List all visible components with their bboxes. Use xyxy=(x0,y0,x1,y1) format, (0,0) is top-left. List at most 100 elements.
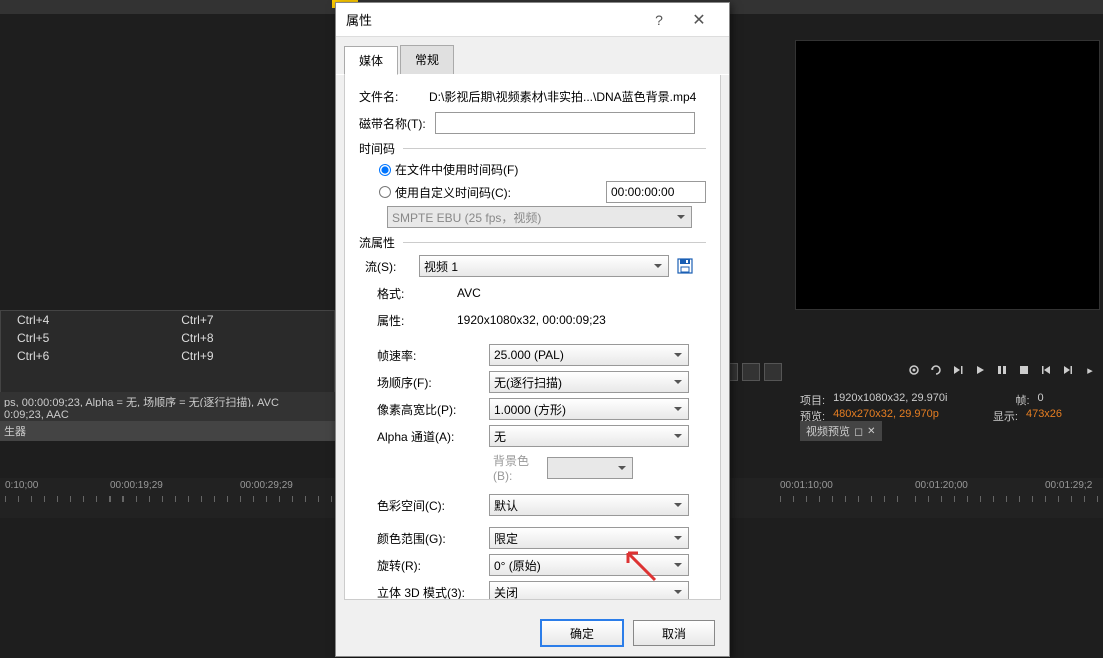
close-icon[interactable]: ✕ xyxy=(867,426,875,437)
tape-label: 磁带名称(T): xyxy=(359,115,435,132)
close-button[interactable]: ✕ xyxy=(679,10,719,30)
tool-button-2[interactable] xyxy=(742,363,760,381)
dialog-titlebar[interactable]: 属性 ? ✕ xyxy=(336,3,729,37)
timecode-custom-radio-row[interactable]: 使用自定义时间码(C): xyxy=(379,181,706,203)
par-label: 像素高宽比(P): xyxy=(359,401,489,418)
rotation-dropdown[interactable]: 0° (原始) xyxy=(489,554,689,576)
timeline-mark: 00:01:20;00 xyxy=(915,480,968,491)
colorspace-value: 默认 xyxy=(494,497,518,514)
play-start-icon[interactable] xyxy=(949,361,967,379)
timeline-mark: 00:01:29;2 xyxy=(1045,480,1092,491)
prev-icon[interactable] xyxy=(1037,361,1055,379)
par-value: 1.0000 (方形) xyxy=(494,401,566,418)
colorrange-label: 颜色范围(G): xyxy=(359,530,489,547)
colorrange-value: 限定 xyxy=(494,530,518,547)
transport-controls: ▸ xyxy=(905,361,1099,379)
project-label: 项目: xyxy=(800,392,825,408)
tool-button-3[interactable] xyxy=(764,363,782,381)
stereo-value: 关闭 xyxy=(494,584,518,601)
status-line-3: 生器 xyxy=(0,421,335,441)
cancel-button[interactable]: 取消 xyxy=(633,620,715,646)
next-icon[interactable] xyxy=(1059,361,1077,379)
stream-label: 流(S): xyxy=(359,258,419,275)
save-icon[interactable] xyxy=(675,256,695,276)
par-dropdown[interactable]: 1.0000 (方形) xyxy=(489,398,689,420)
ok-button[interactable]: 确定 xyxy=(541,620,623,646)
timecode-header: 时间码 xyxy=(359,140,706,157)
attr-label: 属性: xyxy=(359,312,457,329)
timecode-file-radio-row[interactable]: 在文件中使用时间码(F) xyxy=(379,161,706,178)
format-value: AVC xyxy=(457,286,706,300)
colorspace-label: 色彩空间(C): xyxy=(359,497,489,514)
stop-icon[interactable] xyxy=(1015,361,1033,379)
shortcut-cell: Ctrl+9 xyxy=(181,349,318,363)
stream-dropdown[interactable]: 视频 1 xyxy=(419,255,669,277)
timeline-mark: 00:00:19;29 xyxy=(110,480,163,491)
timeline-mark: 0:10;00 xyxy=(5,480,38,491)
format-label: 格式: xyxy=(359,285,457,302)
dialog-body: 文件名: D:\影视后期\视频素材\非实拍...\DNA蓝色背景.mp4 磁带名… xyxy=(344,75,721,600)
framerate-value: 25.000 (PAL) xyxy=(494,348,564,362)
shortcut-cell: Ctrl+4 xyxy=(17,313,181,327)
alpha-dropdown[interactable]: 无 xyxy=(489,425,689,447)
bgcolor-swatch xyxy=(547,457,633,479)
play-icon[interactable] xyxy=(971,361,989,379)
timecode-file-radio[interactable] xyxy=(379,164,391,176)
timeline-mark: 00:01:10;00 xyxy=(780,480,833,491)
record-icon[interactable] xyxy=(905,361,923,379)
pause-icon[interactable] xyxy=(993,361,1011,379)
tab-general[interactable]: 常规 xyxy=(400,45,454,74)
help-button[interactable]: ? xyxy=(639,12,679,28)
preview-tag-label: 视频预览 xyxy=(806,423,850,439)
timecode-format-dropdown[interactable]: SMPTE EBU (25 fps，视频) xyxy=(387,206,692,228)
frame-label: 帧: xyxy=(1015,392,1029,408)
shortcut-cell: Ctrl+5 xyxy=(17,331,181,345)
timecode-custom-radio[interactable] xyxy=(379,186,391,198)
display-value: 473x26 xyxy=(1026,408,1062,424)
shortcut-cell: Ctrl+6 xyxy=(17,349,181,363)
filename-value: D:\影视后期\视频素材\非实拍...\DNA蓝色背景.mp4 xyxy=(429,88,706,105)
tab-bar: 媒体 常规 xyxy=(336,37,729,75)
colorrange-dropdown[interactable]: 限定 xyxy=(489,527,689,549)
alpha-value: 无 xyxy=(494,428,506,445)
timecode-file-label: 在文件中使用时间码(F) xyxy=(395,161,518,178)
stream-header-text: 流属性 xyxy=(359,234,395,251)
stream-header: 流属性 xyxy=(359,234,706,251)
shortcut-row: Ctrl+6 Ctrl+9 xyxy=(1,347,334,365)
timecode-custom-label: 使用自定义时间码(C): xyxy=(395,184,511,201)
dialog-footer: 确定 取消 xyxy=(541,620,715,646)
timecode-custom-input[interactable] xyxy=(606,181,706,203)
display-label: 显示: xyxy=(993,408,1018,424)
info-panel: 项目: 1920x1080x32, 29.970i 帧: 0 预览: 480x2… xyxy=(800,392,1062,424)
tab-media[interactable]: 媒体 xyxy=(344,46,398,75)
filename-label: 文件名: xyxy=(359,88,429,105)
framerate-dropdown[interactable]: 25.000 (PAL) xyxy=(489,344,689,366)
pin-icon[interactable]: ◻ xyxy=(854,425,863,438)
loop-icon[interactable] xyxy=(927,361,945,379)
project-value: 1920x1080x32, 29.970i xyxy=(833,392,947,408)
shortcut-cell: Ctrl+7 xyxy=(181,313,318,327)
properties-dialog: 属性 ? ✕ 媒体 常规 文件名: D:\影视后期\视频素材\非实拍...\DN… xyxy=(335,2,730,657)
framerate-label: 帧速率: xyxy=(359,347,489,364)
timecode-format-value: SMPTE EBU (25 fps，视频) xyxy=(392,209,541,226)
attr-value: 1920x1080x32, 00:00:09;23 xyxy=(457,313,706,327)
colorspace-dropdown[interactable]: 默认 xyxy=(489,494,689,516)
end-icon[interactable]: ▸ xyxy=(1081,361,1099,379)
fieldorder-dropdown[interactable]: 无(逐行扫描) xyxy=(489,371,689,393)
stream-value: 视频 1 xyxy=(424,258,458,275)
timeline-mark: 00:00:29;29 xyxy=(240,480,293,491)
bgcolor-label: 背景色(B): xyxy=(359,452,547,483)
tape-input[interactable] xyxy=(435,112,695,134)
alpha-label: Alpha 通道(A): xyxy=(359,428,489,445)
fieldorder-label: 场顺序(F): xyxy=(359,374,489,391)
timecode-header-text: 时间码 xyxy=(359,140,395,157)
fieldorder-value: 无(逐行扫描) xyxy=(494,374,562,391)
frame-value: 0 xyxy=(1038,392,1044,408)
rotation-value: 0° (原始) xyxy=(494,557,541,574)
shortcut-row: Ctrl+5 Ctrl+8 xyxy=(1,329,334,347)
stereo-dropdown[interactable]: 关闭 xyxy=(489,581,689,600)
shortcut-cell: Ctrl+8 xyxy=(181,331,318,345)
stereo-label: 立体 3D 模式(3): xyxy=(359,584,489,601)
dialog-title: 属性 xyxy=(346,10,639,29)
preview-tag: 视频预览 ◻ ✕ xyxy=(800,421,882,441)
